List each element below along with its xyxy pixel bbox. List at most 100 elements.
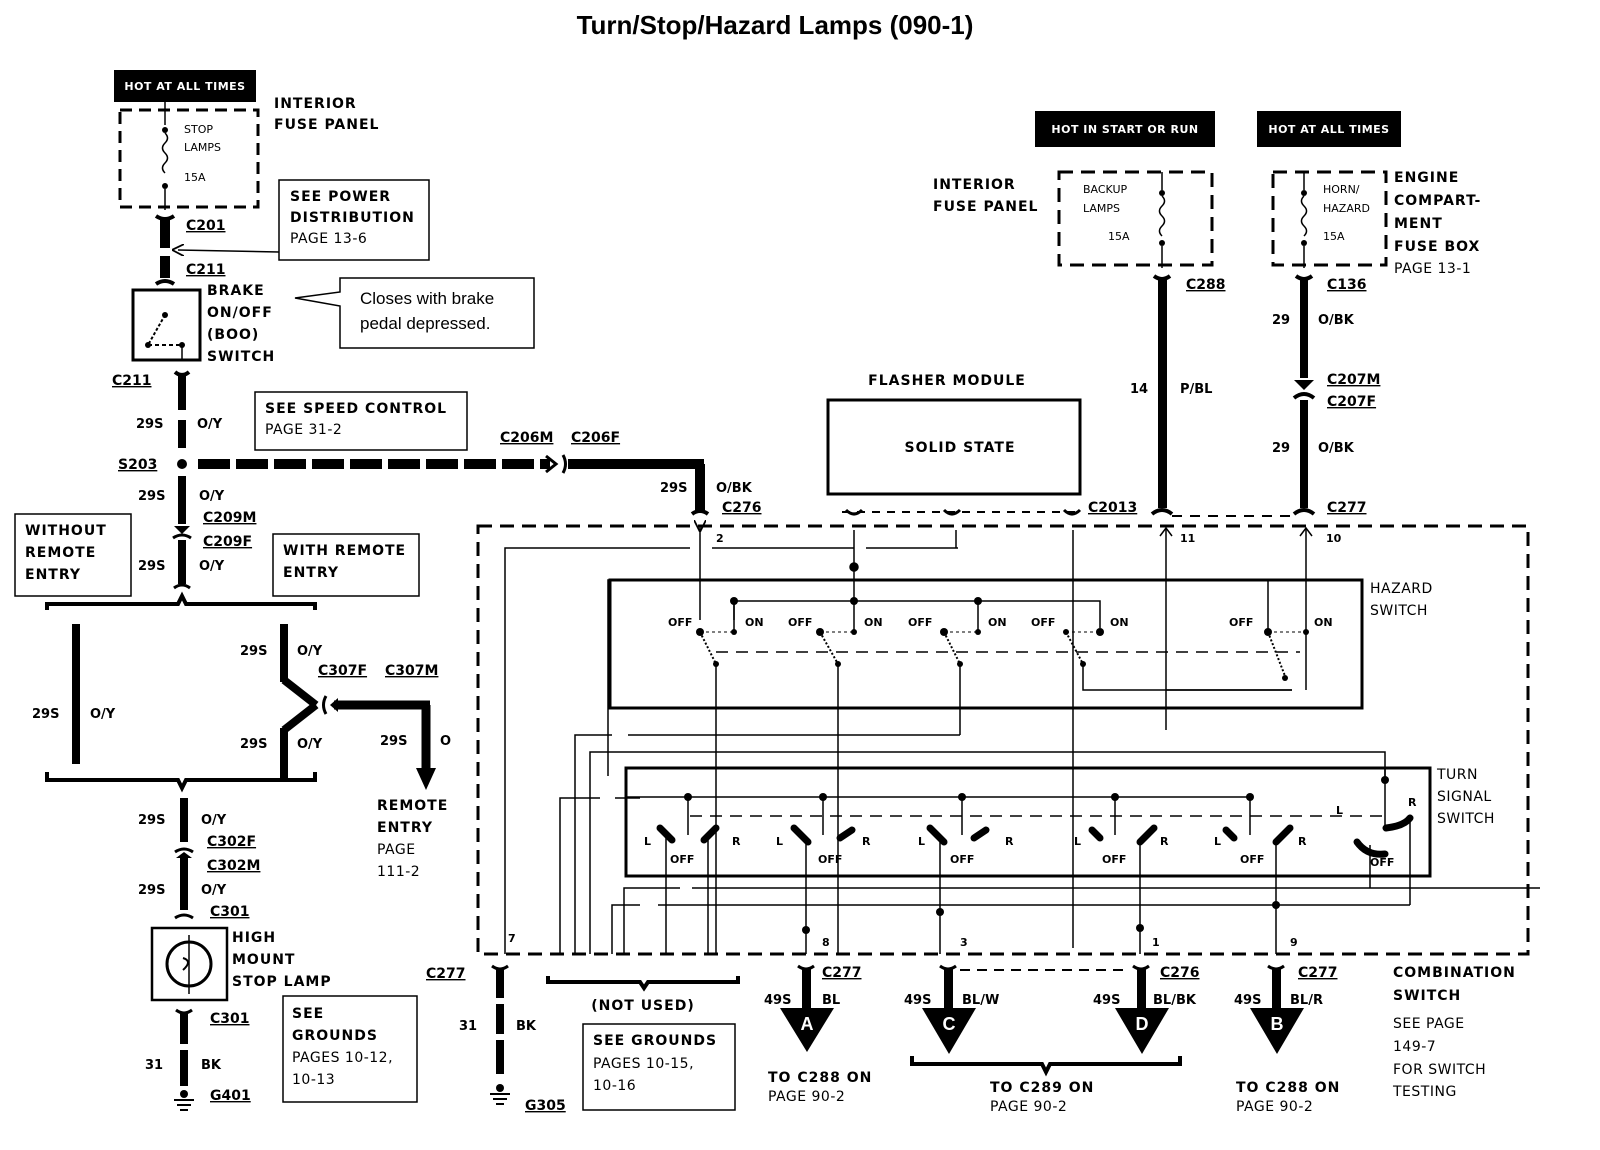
wire-without-remote	[72, 624, 80, 764]
output-destination: TO C289 ON	[990, 1080, 1094, 1096]
connector-c301: C301	[210, 1011, 250, 1027]
note-with-remote: WITH REMOTE ENTRY	[272, 533, 420, 597]
flasher-module-label: FLASHER MODULE	[868, 373, 1026, 389]
not-used-label: (NOT USED)	[591, 998, 694, 1014]
connector-c277: C277	[1327, 500, 1367, 516]
note-text: ENTRY	[25, 567, 81, 583]
switch-off-label: OFF	[1102, 853, 1126, 866]
connector-c307f: C307F	[318, 663, 367, 679]
wire-circuit: 49S	[904, 993, 931, 1008]
wire-color: O/BK	[1318, 313, 1355, 328]
wire-color: O/Y	[297, 644, 323, 659]
output-arrow-c: C	[922, 964, 976, 1054]
wire-circuit: 49S	[764, 993, 791, 1008]
option-brace-top	[45, 591, 317, 610]
flasher-module: SOLID STATE	[826, 398, 1082, 496]
fuse-panel-page: PAGE 13-1	[1394, 261, 1471, 277]
note-text: WITH REMOTE	[283, 543, 406, 559]
fuse-panel-label: COMPART-	[1394, 193, 1481, 209]
switch-right-label: R	[1298, 835, 1307, 848]
fuse-name: LAMPS	[1083, 202, 1120, 215]
connector-c302m: C302M	[207, 858, 260, 874]
wire-circuit: 29S	[138, 813, 165, 828]
note-text: SEE GROUNDS	[593, 1033, 717, 1049]
note-speed-control: SEE SPEED CONTROL PAGE 31-2	[254, 391, 468, 451]
output-destination: PAGE 90-2	[1236, 1099, 1313, 1115]
fuse-name: HAZARD	[1323, 202, 1370, 215]
note-without-remote: WITHOUT REMOTE ENTRY	[14, 513, 132, 597]
wire-to-high-mount	[174, 798, 194, 920]
wire-color: O/BK	[1318, 441, 1355, 456]
wire-circuit: 29S	[240, 737, 267, 752]
switch-off-label: OFF	[818, 853, 842, 866]
callout-text: pedal depressed.	[360, 314, 490, 333]
splice-label: S203	[118, 457, 157, 473]
ground-g401: G401	[210, 1088, 251, 1104]
connector-c207m: C207M	[1327, 372, 1380, 388]
wire-color: O/Y	[199, 489, 225, 504]
note-text: GROUNDS	[292, 1028, 378, 1044]
fuse-name: HORN/	[1323, 183, 1360, 196]
output-letter: C	[943, 1014, 956, 1034]
wire-s203-c209	[172, 476, 192, 590]
note-text: DISTRIBUTION	[290, 210, 415, 226]
switch-left-label: L	[1214, 835, 1221, 848]
note-text: PAGES 10-15,	[593, 1056, 694, 1072]
wire-color: P/BL	[1180, 382, 1212, 397]
remote-entry-label: PAGE	[377, 842, 416, 858]
wire-color: O/Y	[199, 559, 225, 574]
wire-color: BK	[201, 1058, 222, 1073]
wire-color: BL/BK	[1153, 993, 1197, 1008]
wire-circuit: 29S	[138, 559, 165, 574]
switch-on-label: ON	[864, 616, 883, 629]
wire-circuit: 29	[1272, 441, 1290, 456]
remote-entry-label: REMOTE	[377, 798, 448, 814]
turn-switch-label: SIGNAL	[1437, 789, 1492, 805]
boo-switch-label: BRAKE	[207, 283, 265, 299]
wire-circuit: 31	[145, 1058, 163, 1073]
combination-switch-note: 149-7	[1393, 1039, 1436, 1055]
switch-left-label: L	[918, 835, 925, 848]
note-text: PAGES 10-12,	[292, 1050, 393, 1066]
pin-11: 11	[1180, 532, 1195, 545]
turn-switch-label: SWITCH	[1437, 811, 1495, 827]
connector-c211: C211	[186, 262, 226, 278]
hot-at-all-times-badge-left: HOT AT ALL TIMES	[114, 70, 256, 102]
pin-10: 10	[1326, 532, 1342, 545]
wire-circuit: 29S	[380, 734, 407, 749]
hot-in-start-or-run-badge: HOT IN START OR RUN	[1035, 111, 1215, 147]
remote-entry-label: ENTRY	[377, 820, 433, 836]
connector-c302f: C302F	[207, 834, 256, 850]
wire-c201-c211	[154, 214, 176, 286]
switch-left-label: L	[1074, 835, 1081, 848]
connector-c206f: C206F	[571, 430, 620, 446]
wire-ground-g305	[490, 964, 510, 1105]
high-mount-label: MOUNT	[232, 952, 295, 968]
switch-off-label: OFF	[1240, 853, 1264, 866]
wire-s203-c206	[198, 454, 710, 516]
fuse-panel-label: FUSE BOX	[1394, 239, 1480, 255]
note-text: 10-13	[292, 1072, 335, 1088]
fuse-rating: 15A	[1323, 230, 1345, 243]
option-brace-bottom	[45, 772, 317, 793]
connector-c307m: C307M	[385, 663, 438, 679]
connector-c277: C277	[822, 965, 862, 981]
fuse-panel-label: ENGINE	[1394, 170, 1459, 186]
wire-color: O/Y	[201, 883, 227, 898]
switch-off-label: OFF	[950, 853, 974, 866]
connector-c201: C201	[186, 218, 226, 234]
output-destination: TO C288 ON	[768, 1070, 872, 1086]
wire-circuit: 29S	[138, 489, 165, 504]
high-mount-label: STOP LAMP	[232, 974, 332, 990]
wire-color: O	[440, 734, 451, 749]
switch-off-label: OFF	[670, 853, 694, 866]
wire-circuit: 49S	[1093, 993, 1120, 1008]
wire-circuit: 29S	[136, 417, 163, 432]
connector-c207f: C207F	[1327, 394, 1376, 410]
hazard-switch-label: HAZARD	[1370, 581, 1433, 597]
flasher-module-type: SOLID STATE	[904, 440, 1015, 456]
wire-circuit: 49S	[1234, 993, 1261, 1008]
pin-3: 3	[960, 936, 968, 949]
remote-entry-label: 111-2	[377, 864, 420, 880]
power-source-label: HOT IN START OR RUN	[1051, 123, 1198, 136]
